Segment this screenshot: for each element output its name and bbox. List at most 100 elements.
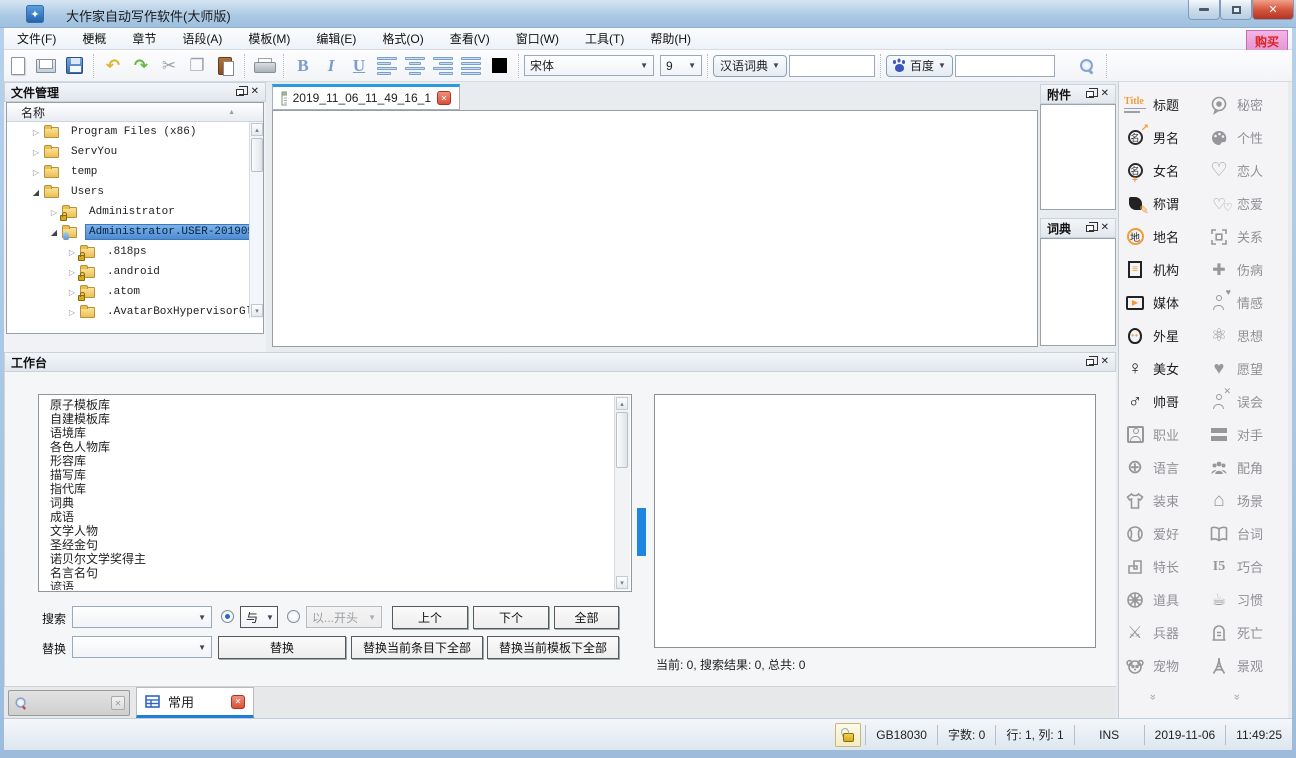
- close-button[interactable]: ✕: [1252, 0, 1294, 20]
- float-panel-icon[interactable]: [1086, 225, 1094, 232]
- tree-item[interactable]: ▷Program Files (x86): [7, 122, 249, 142]
- category-item[interactable]: ♀美女: [1121, 352, 1205, 385]
- menu-item[interactable]: 文件(F): [4, 27, 69, 50]
- library-scrollbar[interactable]: ▴ ▾: [614, 396, 630, 590]
- category-item[interactable]: 配角: [1205, 451, 1289, 484]
- category-item[interactable]: ✕误会: [1205, 385, 1289, 418]
- result-view[interactable]: [654, 394, 1096, 648]
- replace-button[interactable]: 替换: [218, 636, 346, 659]
- close-panel-icon[interactable]: ✕: [1101, 357, 1109, 367]
- replace-template-all-button[interactable]: 替换当前模板下全部: [487, 636, 619, 659]
- category-item[interactable]: ♥情感: [1205, 286, 1289, 319]
- search-combo[interactable]: ▼: [72, 606, 212, 628]
- menu-item[interactable]: 格式(O): [369, 27, 436, 50]
- category-item[interactable]: 秘密: [1205, 88, 1289, 121]
- category-item[interactable]: ▶媒体: [1121, 286, 1205, 319]
- tree-vertical-scrollbar[interactable]: ▴ ▾: [249, 122, 263, 318]
- minimize-button[interactable]: [1188, 0, 1220, 20]
- scroll-down-icon[interactable]: ▾: [616, 576, 628, 589]
- match-mode-radio[interactable]: [221, 610, 234, 623]
- new-document-button[interactable]: [4, 53, 32, 79]
- document-tab[interactable]: 2019_11_06_11_49_16_1 ✕: [272, 84, 460, 110]
- library-item[interactable]: 文学人物: [50, 524, 614, 538]
- float-panel-icon[interactable]: [1086, 359, 1094, 366]
- scroll-up-icon[interactable]: ▴: [251, 123, 263, 136]
- library-item[interactable]: 描写库: [50, 468, 614, 482]
- expand-arrow-icon[interactable]: ▷: [29, 168, 43, 177]
- library-item[interactable]: 名言名句: [50, 566, 614, 580]
- scroll-up-icon[interactable]: ▴: [616, 397, 628, 410]
- previous-button[interactable]: 上个: [392, 606, 468, 629]
- tree-item[interactable]: ▷Administrator: [7, 202, 249, 222]
- library-item[interactable]: 形容库: [50, 454, 614, 468]
- category-item[interactable]: ♡♡恋爱: [1205, 187, 1289, 220]
- menu-item[interactable]: 语段(A): [169, 27, 235, 50]
- font-family-select[interactable]: 宋体▼: [524, 55, 654, 76]
- all-button[interactable]: 全部: [554, 606, 619, 629]
- library-item[interactable]: 圣经金句: [50, 538, 614, 552]
- category-item[interactable]: 名+女名: [1121, 154, 1205, 187]
- clear-search-icon[interactable]: ✕: [111, 696, 125, 710]
- category-item[interactable]: ⚔兵器: [1121, 616, 1205, 649]
- close-panel-icon[interactable]: ✕: [1101, 223, 1109, 233]
- print-button[interactable]: [250, 53, 278, 79]
- web-search-button[interactable]: [1073, 53, 1101, 79]
- category-item[interactable]: 台词: [1205, 517, 1289, 550]
- menu-item[interactable]: 编辑(E): [303, 27, 369, 50]
- library-item[interactable]: 语境库: [50, 426, 614, 440]
- category-item[interactable]: 宠物: [1121, 649, 1205, 682]
- library-item[interactable]: 词典: [50, 496, 614, 510]
- next-button[interactable]: 下个: [473, 606, 549, 629]
- collapse-arrow-icon[interactable]: ◢: [47, 228, 61, 237]
- category-item[interactable]: ☕习惯: [1205, 583, 1289, 616]
- tree-item[interactable]: ▷temp: [7, 162, 249, 182]
- dictionary-select[interactable]: 汉语词典▼: [713, 55, 787, 77]
- redo-button[interactable]: ↷: [127, 53, 155, 79]
- expand-arrow-icon[interactable]: ▷: [29, 128, 43, 137]
- float-panel-icon[interactable]: [236, 89, 244, 96]
- menu-item[interactable]: 查看(V): [437, 27, 503, 50]
- document-editor[interactable]: [272, 110, 1038, 347]
- tree-item[interactable]: ▷.818ps: [7, 242, 249, 262]
- align-right-button[interactable]: [429, 53, 457, 79]
- replace-combo[interactable]: ▼: [72, 636, 212, 658]
- save-button[interactable]: [60, 53, 88, 79]
- starts-with-radio[interactable]: [287, 610, 300, 623]
- menu-item[interactable]: 工具(T): [572, 27, 637, 50]
- menu-item[interactable]: 帮助(H): [637, 27, 704, 50]
- expand-arrow-icon[interactable]: ▷: [65, 248, 79, 257]
- category-item[interactable]: I5巧合: [1205, 550, 1289, 583]
- category-item[interactable]: 道具: [1121, 583, 1205, 616]
- scrollbar-thumb[interactable]: [616, 412, 628, 468]
- category-item[interactable]: ♂帅哥: [1121, 385, 1205, 418]
- justify-button[interactable]: [457, 53, 485, 79]
- category-item[interactable]: ••外星: [1121, 319, 1205, 352]
- close-tab-icon[interactable]: ✕: [437, 91, 451, 105]
- category-item[interactable]: ≡机构: [1121, 253, 1205, 286]
- float-panel-icon[interactable]: [1086, 91, 1094, 98]
- category-item[interactable]: ⚛思想: [1205, 319, 1289, 352]
- scrollbar-thumb[interactable]: [251, 138, 263, 172]
- category-item[interactable]: 职业: [1121, 418, 1205, 451]
- tree-item[interactable]: ▷.atom: [7, 282, 249, 302]
- more-chevron-icon[interactable]: «: [1147, 696, 1159, 700]
- tree-column-header[interactable]: 名称 ▲: [7, 103, 263, 122]
- menu-item[interactable]: 窗口(W): [503, 27, 572, 50]
- category-item[interactable]: ♥愿望: [1205, 352, 1289, 385]
- copy-button[interactable]: ❐: [183, 53, 211, 79]
- category-item[interactable]: 个性: [1205, 121, 1289, 154]
- collapse-arrow-icon[interactable]: ◢: [29, 188, 43, 197]
- close-panel-icon[interactable]: ✕: [1101, 89, 1109, 99]
- maximize-button[interactable]: [1220, 0, 1252, 20]
- library-list[interactable]: 原子模板库自建模板库语境库各色人物库形容库描写库指代库词典成语文学人物圣经金句诺…: [40, 396, 614, 590]
- underline-button[interactable]: U: [345, 53, 373, 79]
- expand-arrow-icon[interactable]: ▷: [65, 288, 79, 297]
- category-item[interactable]: 装束: [1121, 484, 1205, 517]
- tab-common[interactable]: 常用 ✕: [136, 687, 254, 718]
- expand-arrow-icon[interactable]: ▷: [47, 208, 61, 217]
- library-item[interactable]: 成语: [50, 510, 614, 524]
- library-item[interactable]: 各色人物库: [50, 440, 614, 454]
- web-search-input[interactable]: [955, 55, 1055, 77]
- category-item[interactable]: 关系: [1205, 220, 1289, 253]
- align-left-button[interactable]: [373, 53, 401, 79]
